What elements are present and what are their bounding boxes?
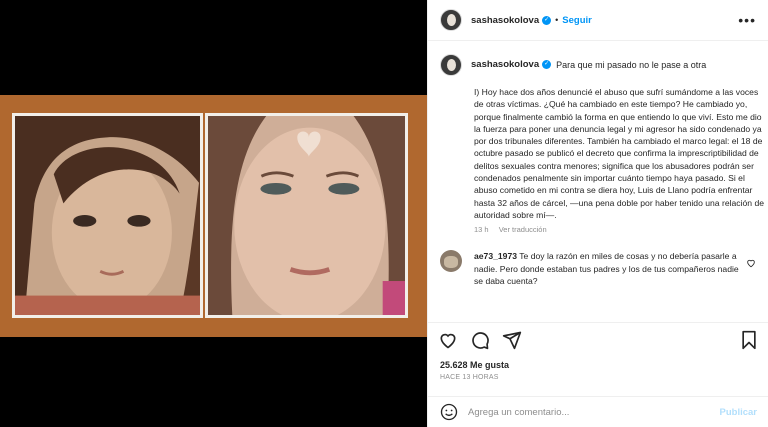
likes-count[interactable]: 25.628 Me gusta xyxy=(440,360,509,370)
more-options-icon[interactable]: ••• xyxy=(738,12,756,28)
follow-button[interactable]: Seguir xyxy=(562,15,592,26)
childhood-photo xyxy=(12,113,203,318)
comment-like-heart-icon[interactable] xyxy=(746,258,756,268)
caption-username[interactable]: sashasokolova xyxy=(471,58,539,72)
bookmark-icon[interactable] xyxy=(739,330,759,350)
adult-photo xyxy=(205,113,408,318)
commenter-avatar[interactable] xyxy=(440,250,462,273)
caption-age[interactable]: 13 h xyxy=(474,225,489,234)
author-avatar[interactable] xyxy=(440,9,462,31)
comment-input[interactable] xyxy=(468,406,718,418)
post-timestamp[interactable]: HACE 13 HORAS xyxy=(440,374,499,381)
instagram-post-view: sashasokolova ✓ • Seguir ••• sashasokolo… xyxy=(0,0,768,427)
caption-header: sashasokolova ✓ Para que mi pasado no le… xyxy=(471,53,706,76)
publish-button[interactable]: Publicar xyxy=(720,407,758,418)
comment-item: ae73_1973 Te doy la razón en miles de co… xyxy=(440,250,756,287)
comment-composer: Publicar xyxy=(428,396,768,427)
emoji-icon[interactable] xyxy=(440,403,458,421)
caption-text: I) Hoy hace dos años denuncié el abuso q… xyxy=(474,87,765,220)
share-icon[interactable] xyxy=(502,330,522,350)
action-bar xyxy=(428,322,768,356)
verified-badge-icon: ✓ xyxy=(542,60,552,69)
commenter-username[interactable]: ae73_1973 xyxy=(474,251,517,261)
comments-area[interactable]: sashasokolova ✓ Para que mi pasado no le… xyxy=(428,41,768,321)
post-media[interactable] xyxy=(0,0,427,427)
caption-author-avatar[interactable] xyxy=(440,54,462,76)
translate-link[interactable]: Ver traducción xyxy=(499,225,547,234)
comment-icon[interactable] xyxy=(470,330,490,350)
caption-title: Para que mi pasado no le pase a otra xyxy=(556,59,707,70)
author-username[interactable]: sashasokolova xyxy=(471,15,539,26)
separator-dot: • xyxy=(555,15,559,25)
caption-meta: 13 h Ver traducción xyxy=(474,225,756,234)
heart-icon[interactable] xyxy=(438,330,458,350)
caption: sashasokolova ✓ Para que mi pasado no le… xyxy=(440,53,756,76)
verified-badge-icon: ✓ xyxy=(542,15,552,25)
post-header: sashasokolova ✓ • Seguir ••• xyxy=(428,0,768,41)
comment-text: ae73_1973 Te doy la razón en miles de co… xyxy=(474,250,740,287)
post-details-panel: sashasokolova ✓ • Seguir ••• sashasokolo… xyxy=(427,0,768,427)
collage-frame xyxy=(0,95,427,337)
